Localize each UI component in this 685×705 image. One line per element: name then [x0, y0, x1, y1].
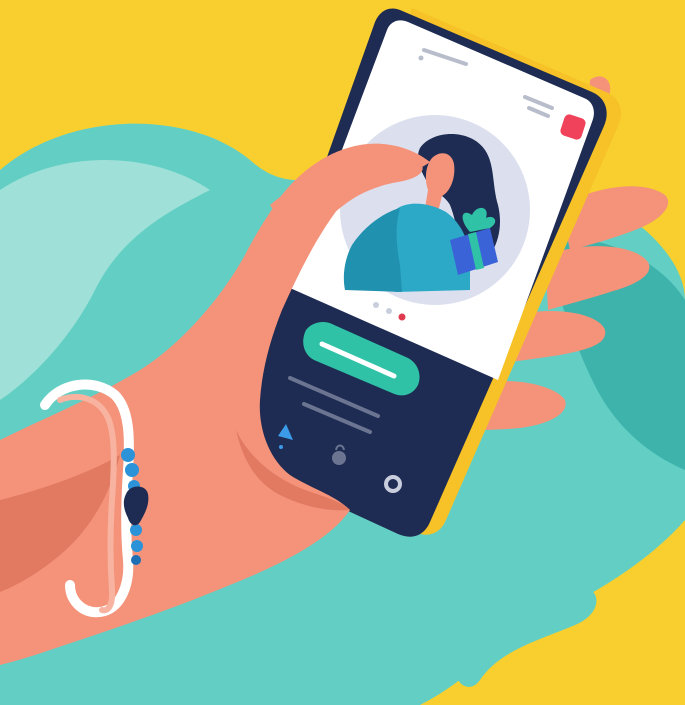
carousel-dot-2[interactable] [386, 308, 392, 314]
illustration-stage [0, 0, 685, 705]
bead [131, 555, 141, 565]
bead [131, 540, 143, 552]
home-active-indicator [279, 445, 283, 449]
status-dot [418, 55, 424, 61]
phone-in-hand-illustration [0, 0, 685, 705]
bead [121, 448, 135, 462]
carousel-dot-1[interactable] [373, 302, 379, 308]
carousel-dot-3[interactable] [398, 313, 406, 321]
bead [130, 524, 142, 536]
bead [125, 463, 139, 477]
